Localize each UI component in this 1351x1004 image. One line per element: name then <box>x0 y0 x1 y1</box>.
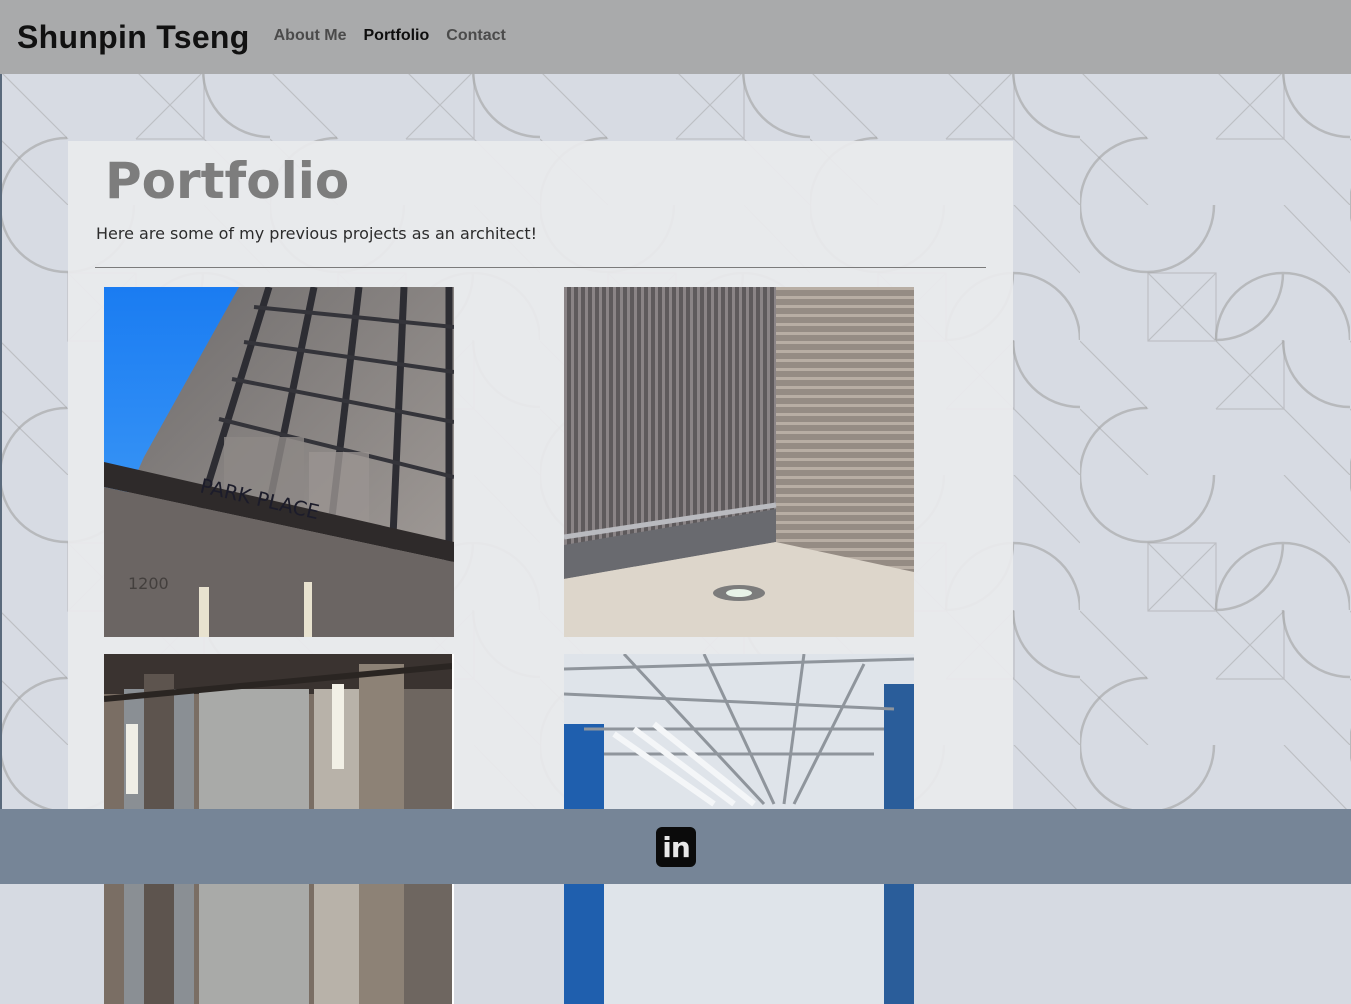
project-photo-facade[interactable] <box>564 287 914 637</box>
linkedin-icon[interactable]: in <box>656 827 696 867</box>
portfolio-card: Portfolio Here are some of my previous p… <box>68 141 1013 1004</box>
page-edge <box>0 0 2 884</box>
divider <box>95 267 986 268</box>
site-brand[interactable]: Shunpin Tseng <box>17 19 250 56</box>
top-navbar: Shunpin Tseng About Me Portfolio Contact <box>0 0 1351 74</box>
building-address-text: 1200 <box>128 574 169 593</box>
nav-link-contact[interactable]: Contact <box>446 27 506 45</box>
page-title: Portfolio <box>105 152 350 210</box>
project-photo-park-place[interactable]: PARK PLACE 1200 <box>104 287 454 637</box>
intro-text: Here are some of my previous projects as… <box>96 224 537 243</box>
nav-link-portfolio[interactable]: Portfolio <box>364 27 430 45</box>
footer: in <box>0 809 1351 884</box>
nav-link-about-me[interactable]: About Me <box>274 27 347 45</box>
